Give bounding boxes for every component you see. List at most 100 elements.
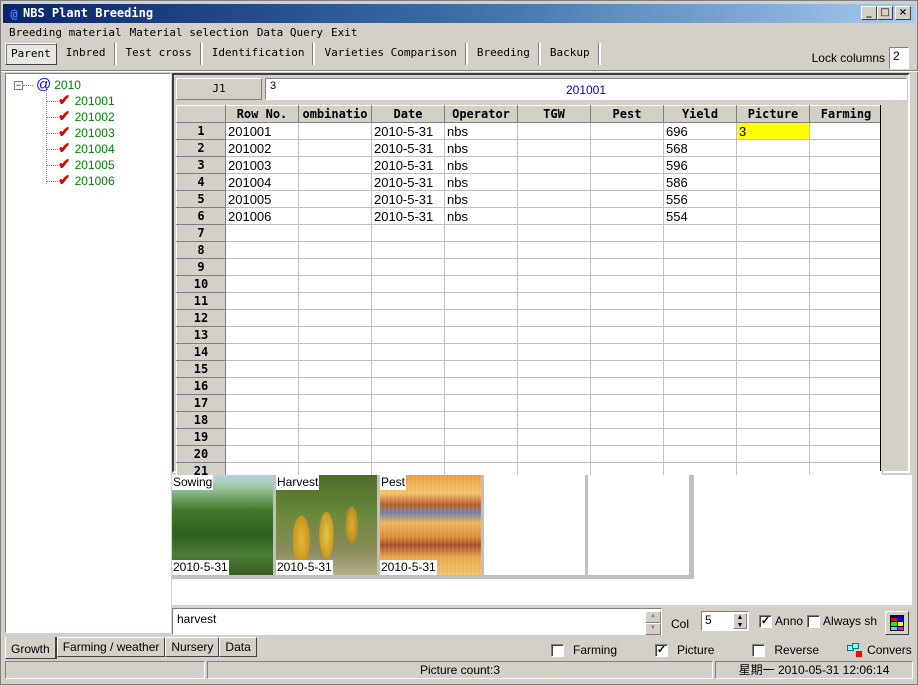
grid-cell[interactable] <box>298 139 372 157</box>
column-header[interactable]: ombinatio <box>298 105 372 123</box>
grid-cell[interactable] <box>298 275 372 293</box>
grid-cell[interactable] <box>225 309 299 327</box>
grid-cell[interactable] <box>371 241 445 259</box>
row-header[interactable]: 6 <box>176 207 226 225</box>
grid-cell[interactable] <box>371 411 445 429</box>
row-header[interactable]: 17 <box>176 394 226 412</box>
grid-cell[interactable] <box>590 224 664 242</box>
row-header[interactable]: 13 <box>176 326 226 344</box>
grid-cell[interactable] <box>736 190 810 208</box>
grid-cell[interactable]: 2010-5-31 <box>371 122 445 140</box>
grid-cell[interactable] <box>736 139 810 157</box>
grid-cell[interactable] <box>736 258 810 276</box>
tab-backup[interactable]: Backup <box>541 43 601 65</box>
grid-cell[interactable]: 201005 <box>225 190 299 208</box>
scroll-up-arrow[interactable]: ▲ <box>645 611 661 623</box>
grid-cell[interactable] <box>809 241 883 259</box>
row-header[interactable]: 1 <box>176 122 226 140</box>
grid-cell[interactable] <box>663 275 737 293</box>
grid-cell[interactable] <box>517 445 591 463</box>
picture-slot-empty[interactable] <box>484 475 585 575</box>
grid-cell[interactable] <box>444 309 518 327</box>
formula-bar[interactable]: 3 201001 <box>265 78 907 100</box>
grid-cell[interactable] <box>371 343 445 361</box>
tab-farming-weather[interactable]: Farming / weather <box>56 637 166 657</box>
grid-cell[interactable] <box>736 173 810 191</box>
grid-cell[interactable] <box>444 275 518 293</box>
grid-cell[interactable] <box>736 394 810 412</box>
tree-item[interactable]: ✔ 201001 <box>46 93 115 109</box>
grid-cell[interactable]: 554 <box>663 207 737 225</box>
grid-cell[interactable] <box>517 360 591 378</box>
grid-cell[interactable] <box>517 309 591 327</box>
grid-cell[interactable]: 3 <box>736 122 810 140</box>
grid-cell[interactable]: nbs <box>444 156 518 174</box>
tab-identification[interactable]: Identification <box>203 43 316 65</box>
grid-cell[interactable]: 586 <box>663 173 737 191</box>
row-header[interactable]: 16 <box>176 377 226 395</box>
grid-cell[interactable] <box>809 343 883 361</box>
grid-cell[interactable] <box>517 343 591 361</box>
grid-cell[interactable] <box>517 173 591 191</box>
grid-cell[interactable] <box>298 309 372 327</box>
grid-cell[interactable]: 2010-5-31 <box>371 173 445 191</box>
tab-parent[interactable]: Parent <box>5 43 57 65</box>
grid-cell[interactable] <box>298 411 372 429</box>
grid-cell[interactable] <box>371 394 445 412</box>
row-header[interactable]: 2 <box>176 139 226 157</box>
grid-cell[interactable] <box>298 428 372 446</box>
grid-cell[interactable] <box>590 207 664 225</box>
grid-cell[interactable] <box>444 326 518 344</box>
grid-cell[interactable] <box>517 224 591 242</box>
grid-cell[interactable] <box>663 377 737 395</box>
grid-cell[interactable] <box>663 309 737 327</box>
grid-cell[interactable] <box>663 224 737 242</box>
menu-material-selection[interactable]: Material selection <box>126 24 253 42</box>
grid-cell[interactable] <box>517 190 591 208</box>
grid-cell[interactable]: 556 <box>663 190 737 208</box>
tab-inbred[interactable]: Inbred <box>57 43 117 65</box>
grid-cell[interactable] <box>298 377 372 395</box>
grid-cell[interactable] <box>663 292 737 310</box>
convert-button[interactable]: Convers <box>847 643 912 657</box>
grid-cell[interactable] <box>736 343 810 361</box>
grid-cell[interactable] <box>298 394 372 412</box>
row-header[interactable]: 19 <box>176 428 226 446</box>
grid-cell[interactable]: nbs <box>444 207 518 225</box>
grid-cell[interactable] <box>809 139 883 157</box>
picture-thumbnail[interactable]: Pest 2010-5-31 <box>380 475 481 575</box>
grid-cell[interactable]: 596 <box>663 156 737 174</box>
grid-cell[interactable] <box>517 122 591 140</box>
grid-cell[interactable] <box>517 292 591 310</box>
grid-cell[interactable] <box>663 343 737 361</box>
grid-cell[interactable] <box>590 343 664 361</box>
grid-cell[interactable] <box>444 411 518 429</box>
grid-cell[interactable] <box>517 275 591 293</box>
grid-cell[interactable] <box>590 326 664 344</box>
grid-cell[interactable] <box>809 173 883 191</box>
grid-cell[interactable] <box>590 428 664 446</box>
tree-item[interactable]: ✔ 201006 <box>46 173 115 189</box>
grid-cell[interactable] <box>809 445 883 463</box>
grid-cell[interactable] <box>225 394 299 412</box>
grid-cell[interactable] <box>736 207 810 225</box>
grid-cell[interactable] <box>371 326 445 344</box>
column-header[interactable]: Yield <box>663 105 737 123</box>
grid-cell[interactable] <box>590 156 664 174</box>
grid-cell[interactable] <box>298 343 372 361</box>
grid-cell[interactable] <box>590 445 664 463</box>
menu-exit[interactable]: Exit <box>327 24 362 42</box>
grid-cell[interactable] <box>225 241 299 259</box>
grid-cell[interactable] <box>663 241 737 259</box>
grid-cell[interactable]: 2010-5-31 <box>371 190 445 208</box>
tab-growth[interactable]: Growth <box>5 637 57 659</box>
tree-item[interactable]: ✔ 201004 <box>46 141 115 157</box>
grid-cell[interactable] <box>736 224 810 242</box>
grid-cell[interactable] <box>225 428 299 446</box>
grid-cell[interactable]: nbs <box>444 173 518 191</box>
row-header[interactable]: 9 <box>176 258 226 276</box>
close-button[interactable]: × <box>895 6 911 20</box>
row-header[interactable]: 3 <box>176 156 226 174</box>
row-header[interactable]: 12 <box>176 309 226 327</box>
tab-data[interactable]: Data <box>219 637 257 657</box>
